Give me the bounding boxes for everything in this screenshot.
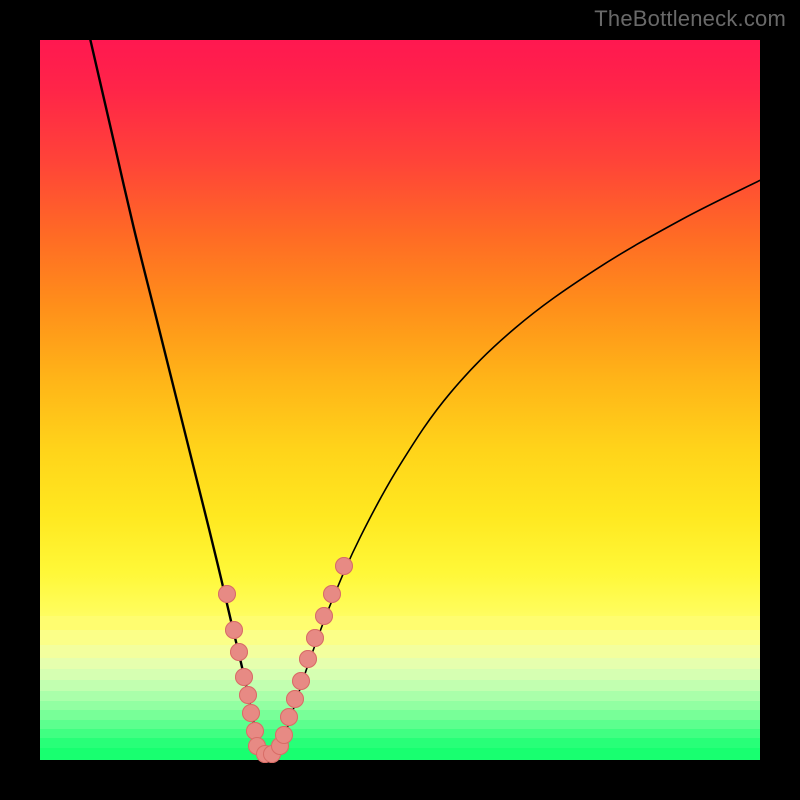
plot-area <box>40 40 760 760</box>
data-point <box>275 726 293 744</box>
data-point <box>280 708 298 726</box>
right-curve <box>278 180 760 754</box>
data-point <box>292 672 310 690</box>
data-point <box>218 585 236 603</box>
data-point <box>225 621 243 639</box>
data-point <box>239 686 257 704</box>
data-point <box>335 557 353 575</box>
data-point <box>323 585 341 603</box>
data-point <box>286 690 304 708</box>
data-point <box>299 650 317 668</box>
curves-layer <box>40 40 760 760</box>
data-point <box>235 668 253 686</box>
data-point <box>315 607 333 625</box>
data-point <box>242 704 260 722</box>
data-point <box>230 643 248 661</box>
chart-stage: TheBottleneck.com <box>0 0 800 800</box>
data-point <box>306 629 324 647</box>
watermark-text: TheBottleneck.com <box>594 6 786 32</box>
